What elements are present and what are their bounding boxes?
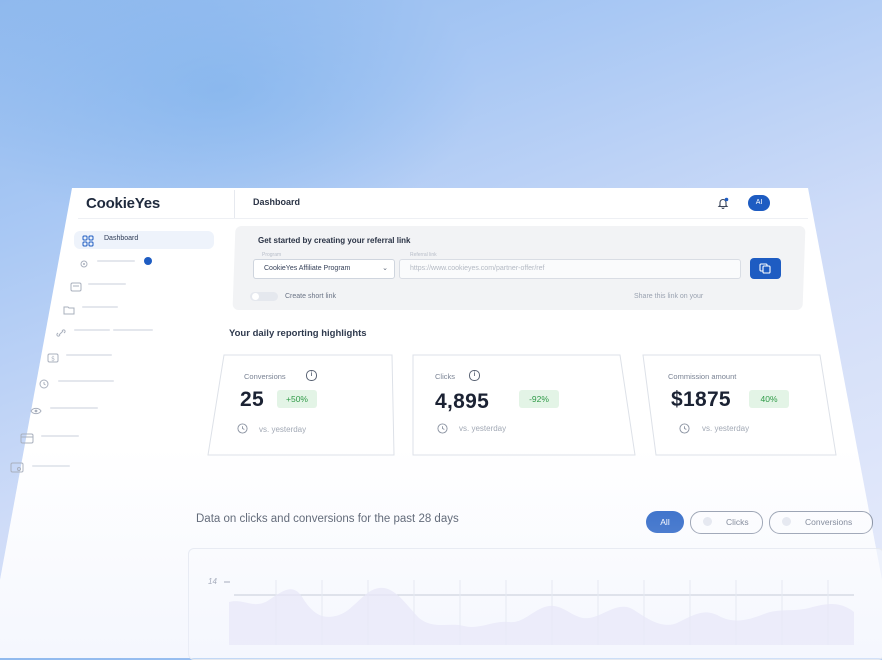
sidebar-item-label-placeholder	[41, 435, 79, 437]
referral-link-label: Referral link	[410, 252, 437, 258]
stat-value: 25	[240, 388, 264, 411]
page-title: Dashboard	[253, 197, 301, 207]
chart-title: Data on clicks and conversions for the p…	[196, 513, 459, 525]
link-icon[interactable]	[55, 325, 67, 337]
header-bottom-border	[78, 218, 808, 219]
copy-link-button[interactable]	[750, 258, 781, 279]
highlights-title: Your daily reporting highlights	[229, 328, 367, 339]
share-label: Share this link on your	[634, 293, 704, 300]
toggle-knob	[252, 293, 259, 300]
notification-bell-icon[interactable]	[716, 196, 730, 210]
sidebar-item-dashboard[interactable]: Dashboard	[74, 231, 214, 249]
change-badge: +50%	[277, 390, 317, 408]
filter-label: Clicks	[726, 517, 749, 527]
change-badge: 40%	[749, 390, 789, 408]
sidebar-item-label-placeholder	[32, 465, 70, 467]
program-select-value: CookieYes Affiliate Program	[264, 265, 351, 272]
avatar[interactable]: AI	[748, 195, 770, 211]
stat-value: 4,895	[435, 390, 490, 413]
clock-icon	[237, 423, 248, 434]
comparison-label: vs. yesterday	[459, 424, 507, 433]
filter-label: Conversions	[805, 517, 853, 527]
sidebar-item-label: Dashboard	[104, 235, 139, 242]
sidebar-item-label-placeholder	[82, 306, 118, 308]
folder-icon[interactable]	[63, 302, 75, 315]
info-icon[interactable]: i	[469, 370, 480, 381]
info-icon[interactable]: i	[306, 370, 317, 381]
sidebar-badge	[144, 257, 152, 265]
change-badge: -92%	[519, 390, 559, 408]
program-select[interactable]: CookieYes Affiliate Program ⌄	[253, 259, 395, 279]
header-divider	[234, 190, 235, 218]
comparison-label: vs. yesterday	[259, 425, 307, 434]
short-link-label: Create short link	[285, 293, 336, 300]
stat-label: Clicks	[435, 372, 455, 381]
copy-icon	[759, 263, 771, 274]
logo: CookieYes	[86, 195, 161, 212]
filter-clicks-button[interactable]: Clicks	[690, 511, 763, 534]
filter-all-button[interactable]: All	[646, 511, 684, 533]
sidebar-item-label-placeholder	[97, 260, 135, 262]
card-settings-icon[interactable]	[10, 460, 24, 473]
filter-conversions-button[interactable]: Conversions	[769, 511, 873, 534]
sidebar-item-label-placeholder	[74, 329, 110, 331]
y-axis-tick-label: 14	[208, 577, 217, 586]
grid-icon	[82, 234, 94, 247]
sidebar-item-label-placeholder	[113, 329, 153, 331]
wallet-icon[interactable]	[20, 431, 34, 444]
comparison-label: vs. yesterday	[702, 424, 750, 433]
stat-label: Commission amount	[668, 372, 737, 381]
stat-label: Conversions	[244, 372, 286, 381]
sidebar-item-label-placeholder	[66, 354, 112, 356]
eye-icon[interactable]	[30, 403, 42, 415]
area-series	[229, 587, 854, 645]
chart-plot	[224, 580, 854, 645]
clock-icon	[437, 423, 448, 434]
sidebar-item-label-placeholder	[58, 380, 114, 382]
sidebar-item-label-placeholder	[50, 407, 98, 409]
chevron-down-icon: ⌄	[382, 265, 388, 272]
clock-icon	[679, 423, 690, 434]
dollar-icon[interactable]: $	[47, 350, 59, 363]
stat-card-commission	[642, 354, 837, 456]
legend-dot	[703, 517, 712, 526]
referral-title: Get started by creating your referral li…	[258, 236, 411, 245]
referral-link-value: https://www.cookieyes.com/partner-offer/…	[410, 265, 545, 272]
card-icon[interactable]	[70, 279, 82, 292]
stat-value: $1875	[671, 388, 731, 411]
program-label: Program	[262, 252, 282, 258]
legend-dot	[782, 517, 791, 526]
svg-text:$: $	[51, 356, 55, 363]
gear-icon[interactable]	[78, 256, 90, 268]
sidebar-item-label-placeholder	[88, 283, 126, 285]
clock-icon[interactable]	[38, 376, 50, 389]
referral-link-field[interactable]: https://www.cookieyes.com/partner-offer/…	[399, 259, 741, 279]
